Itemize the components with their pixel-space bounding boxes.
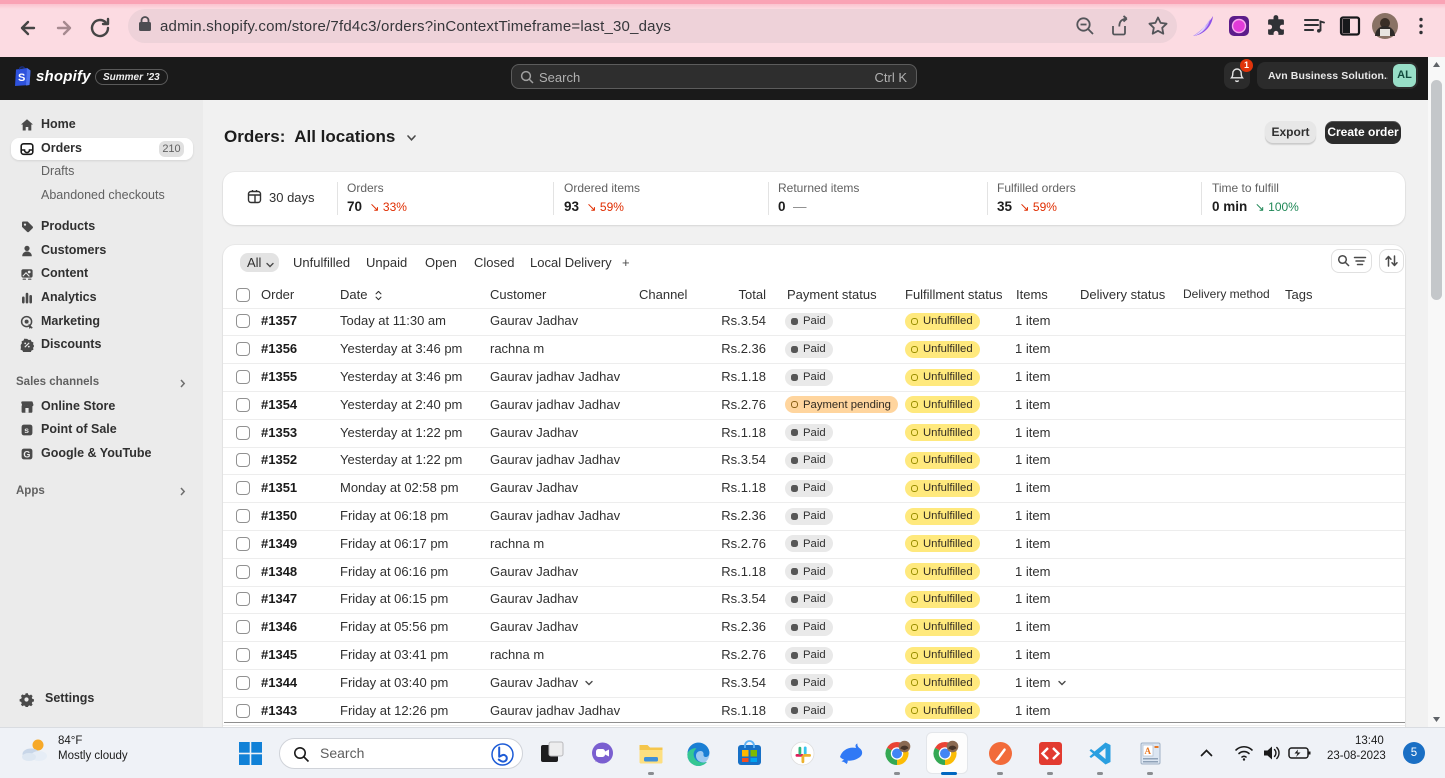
svg-text:A: A — [1145, 746, 1152, 756]
svg-text:G: G — [23, 449, 30, 459]
svg-text:s: s — [24, 425, 29, 435]
svg-text:S: S — [18, 72, 25, 84]
